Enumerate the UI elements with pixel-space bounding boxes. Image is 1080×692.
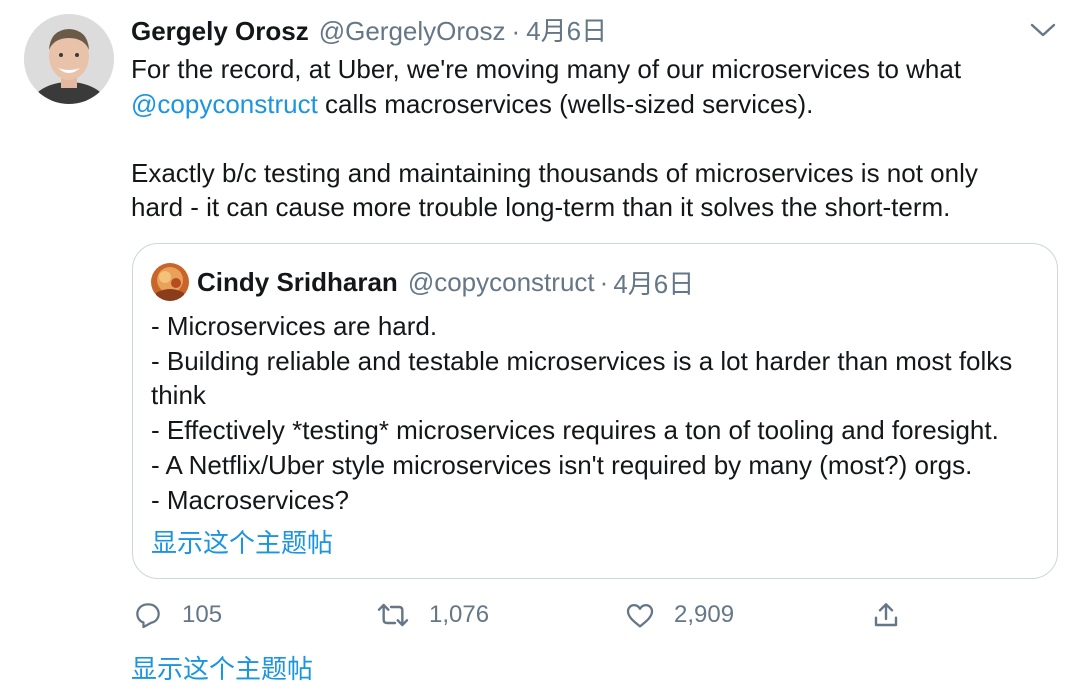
- quoted-author-handle: @copyconstruct: [407, 266, 595, 297]
- reply-count: 105: [182, 601, 223, 628]
- tweet-text-line: Exactly b/c testing and maintaining thou…: [131, 157, 978, 188]
- author-avatar-image: [24, 14, 114, 104]
- tweet-text-fragment: calls macroservices (wells-sized service…: [317, 88, 814, 119]
- quoted-tweet-date: 4月6日: [613, 268, 695, 299]
- heart-icon: [626, 604, 654, 628]
- chevron-down-icon[interactable]: [1028, 18, 1058, 42]
- quoted-text-line: - Macroservices?: [151, 484, 349, 515]
- tweet-date[interactable]: 4月6日: [526, 16, 607, 46]
- quoted-tweet-header: Cindy Sridharan @copyconstruct · 4月6日: [151, 263, 694, 301]
- tweet-header: Gergely Orosz @GergelyOrosz · 4月6日: [131, 14, 1010, 48]
- retweet-icon: [377, 603, 409, 627]
- tweet-actions: 105 1,076 2,909: [132, 596, 922, 634]
- quoted-header-separator: ·: [599, 266, 609, 297]
- retweet-button[interactable]: 1,076: [375, 596, 489, 634]
- reply-button[interactable]: 105: [132, 596, 222, 634]
- quoted-author-avatar: [151, 263, 189, 301]
- share-icon: [874, 603, 898, 627]
- author-handle[interactable]: @GergelyOrosz: [319, 16, 506, 46]
- like-button[interactable]: 2,909: [624, 596, 734, 634]
- quoted-author-name: Cindy Sridharan: [197, 266, 398, 297]
- tweet-text-line: @copyconstruct calls macroservices (well…: [131, 87, 1051, 122]
- show-thread-link[interactable]: 显示这个主题帖: [131, 652, 313, 686]
- reply-icon: [136, 603, 160, 629]
- author-avatar[interactable]: [24, 14, 114, 104]
- tweet-text: For the record, at Uber, we're moving ma…: [131, 52, 1051, 225]
- header-separator: ·: [511, 16, 521, 46]
- quoted-text-line: - Microservices are hard.: [151, 311, 438, 341]
- tweet: Gergely Orosz @GergelyOrosz · 4月6日 For the …: [0, 0, 1080, 692]
- quoted-text-line: think: [151, 380, 206, 411]
- share-button[interactable]: [870, 596, 902, 634]
- quoted-tweet-text: - Microservices are hard. - Building rel…: [151, 309, 1041, 517]
- author-name[interactable]: Gergely Orosz: [131, 16, 309, 46]
- tweet-text-line: hard - it can cause more trouble long-te…: [131, 192, 951, 222]
- tweet-text-line: For the record, at Uber, we're moving ma…: [131, 54, 962, 84]
- quoted-text-line: - Effectively *testing* microservices re…: [151, 415, 999, 446]
- quoted-text-line: - Building reliable and testable microse…: [151, 345, 1013, 376]
- quoted-text-line: - A Netflix/Uber style microservices isn…: [151, 449, 973, 480]
- quoted-tweet[interactable]: Cindy Sridharan @copyconstruct · 4月6日 - Mic…: [132, 243, 1058, 579]
- like-count: 2,909: [674, 601, 735, 628]
- quoted-show-thread-link[interactable]: 显示这个主题帖: [151, 526, 333, 560]
- retweet-count: 1,076: [429, 601, 490, 628]
- mention-link[interactable]: @copyconstruct: [131, 89, 318, 119]
